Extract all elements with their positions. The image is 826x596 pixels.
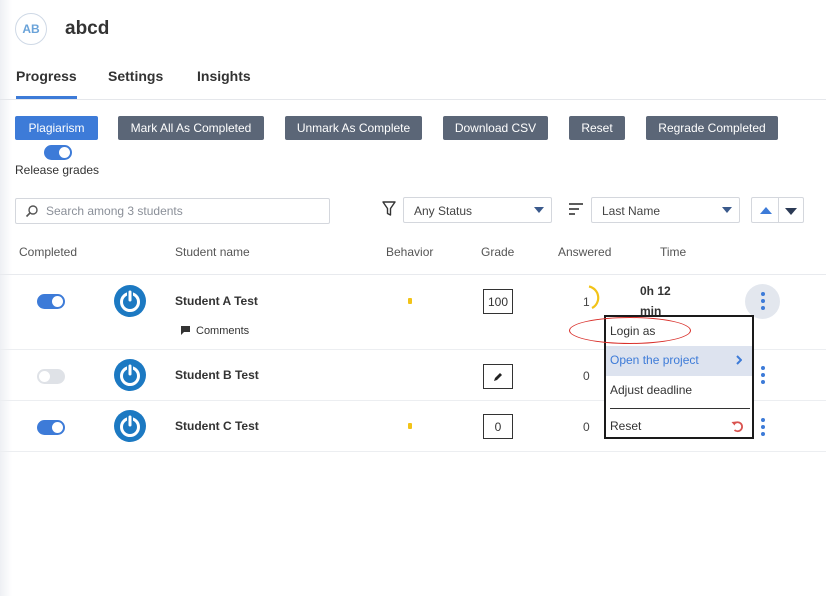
completed-toggle[interactable] bbox=[37, 294, 65, 309]
menu-item-login-as[interactable]: Login as bbox=[606, 317, 752, 347]
sort-ascending-icon[interactable] bbox=[760, 207, 772, 214]
sort-descending-icon[interactable] bbox=[785, 208, 797, 215]
status-filter-value: Any Status bbox=[414, 204, 473, 218]
progress-arc bbox=[588, 285, 600, 309]
chevron-right-icon bbox=[736, 355, 742, 365]
filter-icon bbox=[382, 201, 396, 216]
comments-link[interactable]: Comments bbox=[180, 325, 249, 337]
sort-field-select[interactable]: Last Name bbox=[591, 197, 740, 223]
power-icon bbox=[114, 285, 146, 317]
tab-settings[interactable]: Settings bbox=[108, 68, 163, 84]
plagiarism-button[interactable]: Plagiarism bbox=[15, 116, 98, 140]
student-name[interactable]: Student A Test bbox=[175, 294, 258, 308]
tabs-divider bbox=[0, 99, 826, 100]
regrade-completed-button[interactable]: Regrade Completed bbox=[646, 116, 778, 140]
more-options-icon[interactable] bbox=[759, 418, 767, 438]
power-icon bbox=[114, 410, 146, 442]
more-options-icon[interactable] bbox=[759, 292, 767, 312]
chevron-down-icon bbox=[534, 207, 544, 213]
answered-count: 0 bbox=[583, 369, 590, 383]
completed-toggle[interactable] bbox=[37, 369, 65, 384]
menu-item-label: Login as bbox=[610, 324, 656, 338]
pencil-icon bbox=[494, 372, 502, 381]
search-input[interactable] bbox=[46, 202, 326, 220]
student-name[interactable]: Student B Test bbox=[175, 368, 259, 382]
menu-divider bbox=[610, 408, 750, 409]
menu-item-label: Adjust deadline bbox=[610, 383, 693, 397]
sort-field-value: Last Name bbox=[602, 204, 661, 218]
grade-box[interactable]: 0 bbox=[483, 414, 513, 439]
row-divider bbox=[0, 451, 826, 452]
status-filter-select[interactable]: Any Status bbox=[403, 197, 552, 223]
menu-item-label: Open the project bbox=[610, 353, 699, 367]
column-student-name: Student name bbox=[175, 245, 250, 259]
unmark-all-button[interactable]: Unmark As Complete bbox=[285, 116, 422, 140]
release-grades-toggle[interactable] bbox=[44, 145, 72, 160]
search-icon bbox=[25, 205, 38, 218]
more-options-icon[interactable] bbox=[759, 366, 767, 386]
reset-button[interactable]: Reset bbox=[569, 116, 625, 140]
student-search bbox=[15, 198, 330, 224]
completed-toggle[interactable] bbox=[37, 420, 65, 435]
comment-icon bbox=[181, 326, 190, 335]
menu-item-open-project[interactable]: Open the project bbox=[606, 346, 752, 376]
column-completed: Completed bbox=[19, 245, 78, 259]
sort-divider bbox=[778, 198, 779, 222]
mark-all-completed-button[interactable]: Mark All As Completed bbox=[118, 116, 264, 140]
table-header-divider bbox=[0, 274, 826, 275]
course-title: abcd bbox=[65, 18, 110, 39]
row-context-menu: Login as Open the project Adjust deadlin… bbox=[604, 315, 754, 439]
tab-progress[interactable]: Progress bbox=[16, 68, 77, 99]
release-grades-label: Release grades bbox=[15, 163, 100, 177]
behavior-indicator bbox=[408, 298, 412, 304]
behavior-indicator bbox=[408, 423, 412, 429]
column-time: Time bbox=[660, 245, 687, 259]
chevron-down-icon bbox=[722, 207, 732, 213]
grade-box[interactable] bbox=[483, 364, 513, 389]
tab-insights[interactable]: Insights bbox=[197, 68, 251, 84]
student-name[interactable]: Student C Test bbox=[175, 419, 259, 433]
menu-item-adjust-deadline[interactable]: Adjust deadline bbox=[606, 376, 752, 406]
undo-icon bbox=[731, 421, 743, 433]
sort-direction-group bbox=[751, 197, 804, 223]
power-icon bbox=[114, 359, 146, 391]
comments-label: Comments bbox=[196, 325, 250, 337]
grade-box[interactable]: 100 bbox=[483, 289, 513, 314]
menu-item-label: Reset bbox=[610, 419, 642, 433]
column-behavior: Behavior bbox=[386, 245, 434, 259]
sort-lines-icon bbox=[569, 203, 583, 215]
download-csv-button[interactable]: Download CSV bbox=[443, 116, 548, 140]
menu-item-reset[interactable]: Reset bbox=[606, 412, 752, 442]
answered-count: 0 bbox=[583, 420, 590, 434]
time-hours: 0h 12 bbox=[640, 284, 671, 298]
course-avatar: AB bbox=[15, 13, 47, 45]
left-edge-shade bbox=[0, 0, 12, 596]
column-grade: Grade bbox=[481, 245, 515, 259]
column-answered: Answered bbox=[558, 245, 612, 259]
